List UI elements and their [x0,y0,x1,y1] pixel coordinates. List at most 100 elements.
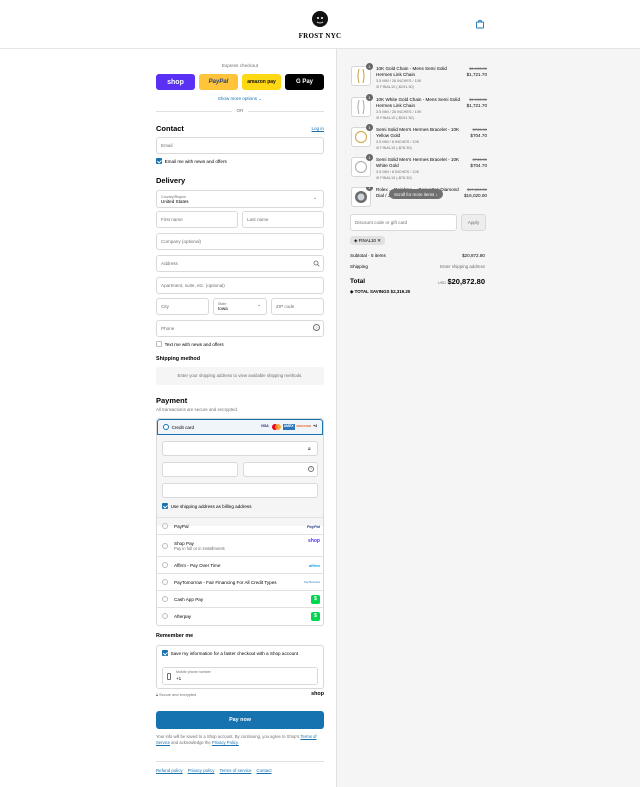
paytomorrow-logo: PayTomorrow [304,580,320,584]
expiration-field[interactable] [162,462,238,477]
privacy-policy-link[interactable]: Privacy Policy. [212,740,239,745]
shipping-method-title: Shipping method [156,356,201,362]
address-field[interactable]: Address [156,255,324,272]
item-price: $704.70 [470,133,487,138]
close-icon[interactable]: ✕ [377,238,381,244]
help-icon[interactable]: ? [308,466,314,472]
terms-of-service-footer-link[interactable]: Terms of service [219,768,251,773]
lock-icon: 🔒︎ [308,446,311,452]
line-item: 1 10K Gold Chain - Mens Semi Solid Herme… [351,63,487,94]
more-cards-badge: +4 [313,424,317,428]
tag-icon: ◈ [350,289,354,294]
shopping-bag-icon[interactable] [475,19,485,29]
item-old-price: $783.00 [472,127,487,132]
paypal-button[interactable]: PayPal [199,74,238,90]
checkbox-checked[interactable] [162,503,168,509]
total-value: $20,872.80 [447,277,485,286]
country-select[interactable]: Country/Region United States [156,190,324,208]
afterpay-option[interactable]: Afterpay $ [157,607,323,624]
shop-logo: shop [311,691,324,697]
line-item: 1 Semi Solid Men's Hermes Bracelet - 10K… [351,124,487,155]
shipping-value: Enter shipping address [440,264,485,269]
security-code-field[interactable] [243,462,318,477]
mastercard-icon [271,424,281,430]
text-news-checkbox[interactable]: Text me with news and offers [156,341,224,347]
save-info-checkbox[interactable]: Save my information for a faster checkou… [162,650,298,656]
item-old-price: $783.00 [472,157,487,162]
chevron-down-icon: ⌄ [313,195,318,201]
apartment-field[interactable]: Apartment, suite, etc. (optional) [156,277,324,294]
paypal-logo: PayPal [306,523,320,529]
cash-app-option[interactable]: Cash App Pay $ [157,590,323,607]
apply-button[interactable]: Apply [461,214,486,231]
chevron-down-icon: ⌄ [257,302,262,308]
checkbox-checked[interactable] [156,158,162,164]
header: FROST NYC [0,0,640,49]
payment-subtitle: All transactions are secure and encrypte… [156,407,239,412]
subtotal-label: Subtotal · 5 items [350,253,386,258]
radio-selected[interactable] [163,424,169,430]
cash-app-logo: $ [311,594,320,604]
company-field[interactable]: Company (optional) [156,233,324,250]
mobile-phone-field[interactable]: Mobile phone number +1 [162,667,318,685]
brand-logo[interactable]: FROST NYC [297,9,343,41]
zip-code-field[interactable]: ZIP code [271,298,324,315]
radio-unselected[interactable] [162,523,168,529]
quantity-badge: 1 [366,124,373,131]
login-link[interactable]: Log in [311,126,324,131]
discount-code-input[interactable]: Discount code or gift card [350,214,457,231]
contact-link[interactable]: Contact [256,768,271,773]
visa-icon: VISA [260,424,269,428]
item-price: $704.70 [470,163,487,168]
affirm-logo: affirm [308,562,320,568]
google-pay-button[interactable]: G Pay [285,74,324,90]
scroll-hint[interactable]: Scroll for more items ↓ [389,189,443,199]
refund-policy-link[interactable]: Refund policy [156,768,183,773]
shipping-label: Shipping [350,264,368,269]
secure-encrypted-note: 🔒︎ Secure and encrypted [156,693,197,697]
discover-icon: DISCOVER [296,424,312,428]
show-more-options-link[interactable]: Show more options ⌄ [156,96,324,102]
shop-pay-button[interactable]: shop [156,74,195,90]
quantity-badge: 1 [366,94,373,101]
radio-unselected[interactable] [162,542,168,549]
paytomorrow-option[interactable]: PayTomorrow - Fair Financing For All Cre… [157,573,323,590]
paypal-option[interactable]: PayPal PayPal [157,517,323,534]
radio-unselected[interactable] [162,579,168,585]
radio-unselected[interactable] [162,562,168,568]
checkbox-checked[interactable] [162,650,168,656]
mobile-phone-icon [167,673,171,680]
city-field[interactable]: City [156,298,209,315]
lion-crest-icon [312,11,328,27]
legal-text: Your info will be saved to a Shop accoun… [156,734,317,745]
item-name: Semi Solid Men's Hermes Bracelet - 10K Y… [376,127,460,138]
billing-same-checkbox[interactable]: Use shipping address as billing address [162,503,252,509]
email-news-checkbox[interactable]: Email me with news and offers [156,158,227,164]
pay-now-button[interactable]: Pay now [156,711,324,729]
item-old-price: $17,800.00 [466,187,487,192]
affirm-option[interactable]: Affirm - Pay Over Time affirm [157,556,323,573]
radio-unselected[interactable] [162,596,168,602]
item-old-price: $1,913.00 [469,97,487,102]
item-discount: ⊘ FINAL10 (-$78.30) [376,146,412,150]
amazon-pay-button[interactable]: amazon pay [242,74,281,90]
item-price: $1,721.70 [466,103,487,108]
quantity-badge: 1 [366,154,373,161]
last-name-field[interactable]: Last name [242,211,324,228]
delivery-title: Delivery [156,176,186,185]
privacy-policy-footer-link[interactable]: Privacy policy [188,768,215,773]
name-on-card-field[interactable] [162,483,318,498]
card-number-field[interactable] [162,441,318,456]
phone-field[interactable]: Phone [156,320,324,337]
radio-unselected[interactable] [162,613,168,619]
item-variant: 3.5 MM / 26 INCHES / 10K [376,79,422,83]
credit-card-option[interactable]: Credit card VISA AMEX DISCOVER +4 [157,419,323,435]
help-icon[interactable]: ? [313,324,320,331]
item-variant: 3.5 MM / 26 INCHES / 10K [376,110,422,114]
first-name-field[interactable]: First name [156,211,238,228]
email-field[interactable]: Email [156,137,324,154]
item-name: 10K Gold Chain - Mens Semi Solid Hermes … [376,66,447,77]
checkbox-unchecked[interactable] [156,341,162,347]
afterpay-logo: $ [311,611,320,621]
shop-pay-option[interactable]: Shop Pay Pay in full or in installments s… [157,534,323,556]
